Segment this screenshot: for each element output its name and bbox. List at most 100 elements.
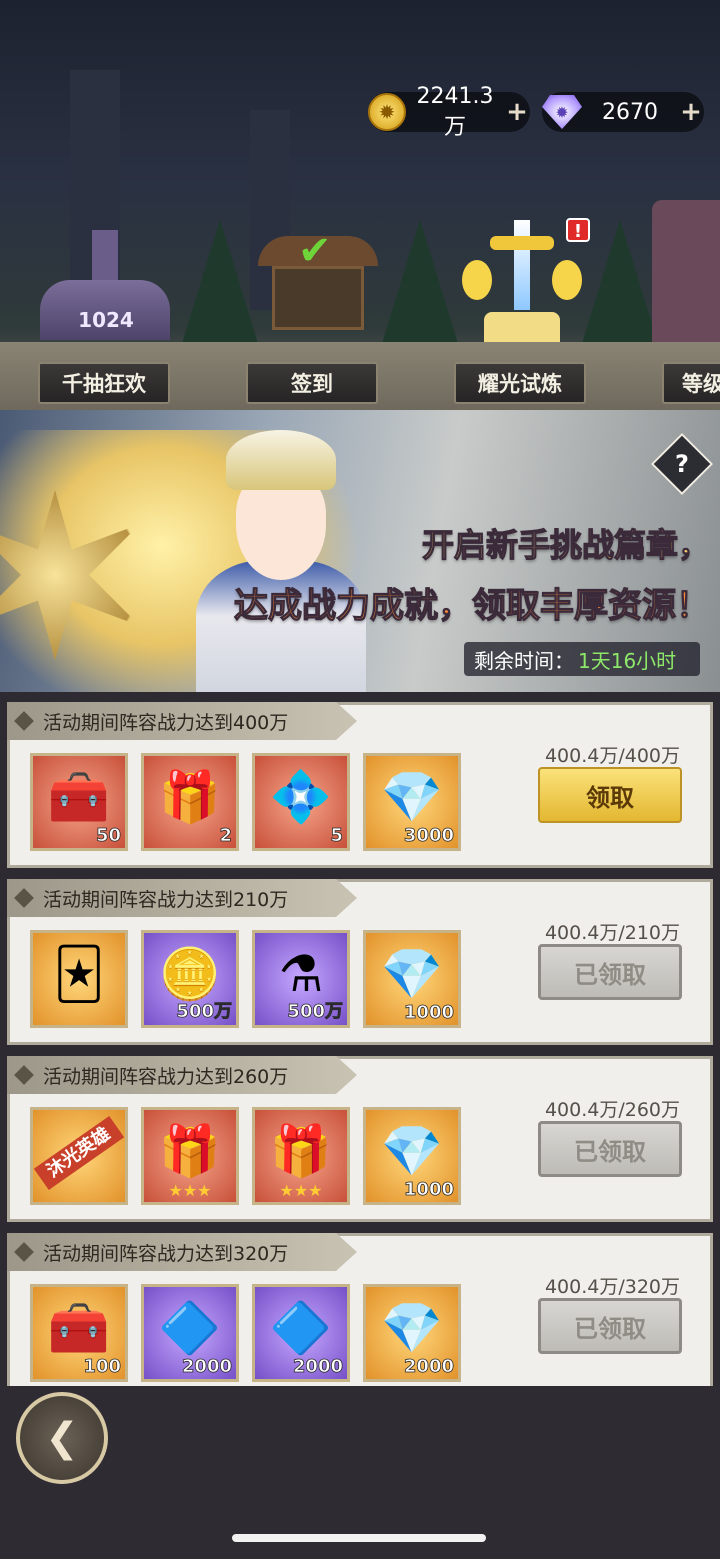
task-title: 活动期间阵容战力达到210万 <box>43 888 289 911</box>
diamond-bullet-icon <box>14 1242 34 1262</box>
task-title-tab: 活动期间阵容战力达到400万 <box>7 702 357 740</box>
gem-value: 2670 <box>602 99 658 125</box>
thousand-draw-building[interactable]: 1024 <box>40 230 170 340</box>
reward-qty: 500万 <box>287 1001 343 1023</box>
reward-item[interactable]: 🧰 100 <box>30 1284 128 1382</box>
task-title: 活动期间阵容战力达到400万 <box>43 711 289 734</box>
hero-helmet <box>226 430 336 490</box>
nav-sign-in[interactable]: 签到 <box>246 362 378 404</box>
task-card: 活动期间阵容战力达到320万 🧰 100 🔷 2000 🔷 2000 💎 200… <box>7 1233 713 1386</box>
radiant-trial-sword[interactable] <box>462 200 582 342</box>
sword-blade <box>514 220 530 310</box>
level-house[interactable] <box>652 200 720 342</box>
reward-item[interactable]: 沐光英雄 <box>30 1107 128 1205</box>
reward-item[interactable]: 💎 1000 <box>363 930 461 1028</box>
reward-qty: 1000 <box>403 1002 454 1024</box>
reward-qty: 2 <box>219 825 232 847</box>
reward-item[interactable]: 🎁 2 <box>141 753 239 851</box>
claimed-button[interactable]: 已领取 <box>538 1121 682 1177</box>
alert-icon: ! <box>566 218 590 242</box>
task-card: 活动期间阵容战力达到210万 🃏 🪙 500万 ⚗ 500万 💎 1000 40… <box>7 879 713 1045</box>
claimed-button[interactable]: 已领取 <box>538 1298 682 1354</box>
gold-currency: ✹ 2241.3万 + <box>368 84 530 140</box>
diamond-icon: 💎 <box>380 1122 444 1180</box>
hero-card-icon: 🃏 <box>53 945 105 1003</box>
nav-thousand-draw[interactable]: 千抽狂欢 <box>38 362 170 404</box>
task-card: 活动期间阵容战力达到400万 🧰 50 🎁 2 💠 5 💎 3000 400.4… <box>7 702 713 868</box>
gem-currency: ✹ 2670 + <box>542 92 704 132</box>
claimed-button[interactable]: 已领取 <box>538 944 682 1000</box>
task-title-tab: 活动期间阵容战力达到320万 <box>7 1233 357 1271</box>
reward-item[interactable]: 🔷 2000 <box>141 1284 239 1382</box>
reward-item[interactable]: 💠 5 <box>252 753 350 851</box>
reward-qty: 2000 <box>181 1356 232 1378</box>
gold-coin-icon: ✹ <box>368 93 406 131</box>
remaining-time-value: 1天16小时 <box>578 648 677 673</box>
task-list[interactable]: 活动期间阵容战力达到400万 🧰 50 🎁 2 💠 5 💎 3000 400.4… <box>0 692 720 1386</box>
star-rating: ★★★ <box>279 1181 323 1200</box>
town-scene: 1024 ✔ ! <box>0 0 720 410</box>
task-progress: 400.4万/260万 <box>544 1099 680 1121</box>
task-title-tab: 活动期间阵容战力达到260万 <box>7 1056 357 1094</box>
reward-item[interactable]: 💎 2000 <box>363 1284 461 1382</box>
tree <box>580 220 660 350</box>
task-title: 活动期间阵容战力达到320万 <box>43 1242 289 1265</box>
task-title-tab: 活动期间阵容战力达到210万 <box>7 879 357 917</box>
add-gem-button[interactable]: + <box>678 97 704 127</box>
red-chest-icon: 🎁 <box>158 768 222 826</box>
reward-qty: 500万 <box>176 1001 232 1023</box>
star-rating: ★★★ <box>168 1181 212 1200</box>
nav-level[interactable]: 等级 <box>662 362 720 404</box>
diamond-icon: ✹ <box>542 95 582 129</box>
reward-item[interactable]: 🔷 2000 <box>252 1284 350 1382</box>
sword-hilt <box>490 236 554 250</box>
back-button[interactable]: ❮ <box>16 1392 108 1484</box>
reward-item[interactable]: 🎁 ★★★ <box>141 1107 239 1205</box>
diamond-icon: 💎 <box>380 768 444 826</box>
reward-item[interactable]: 🃏 <box>30 930 128 1028</box>
tree <box>380 220 460 350</box>
three-star-chest-icon: 🎁 <box>269 1122 333 1180</box>
home-indicator[interactable] <box>232 1534 486 1542</box>
back-arrow-icon: ❮ <box>45 1415 79 1461</box>
reward-qty: 100 <box>83 1356 121 1378</box>
treasure-chest-icon: 🧰 <box>47 768 111 826</box>
task-progress: 400.4万/320万 <box>544 1276 680 1298</box>
reward-item[interactable]: 🪙 500万 <box>141 930 239 1028</box>
nav-radiant-trial[interactable]: 耀光试炼 <box>454 362 586 404</box>
reward-item[interactable]: 💎 3000 <box>363 753 461 851</box>
reward-qty: 2000 <box>292 1356 343 1378</box>
add-gold-button[interactable]: + <box>504 97 530 127</box>
reward-qty: 2000 <box>403 1356 454 1378</box>
task-progress: 400.4万/210万 <box>544 922 680 944</box>
reward-item[interactable]: 🎁 ★★★ <box>252 1107 350 1205</box>
diamond-bullet-icon <box>14 888 34 908</box>
question-icon: ? <box>675 450 689 478</box>
remaining-time-label: 剩余时间： <box>474 648 574 673</box>
sword-pedestal <box>484 312 560 342</box>
right-wing-icon <box>552 260 582 300</box>
tree <box>180 220 260 350</box>
reward-item[interactable]: 🧰 50 <box>30 753 128 851</box>
reward-qty: 5 <box>330 825 343 847</box>
task-progress: 400.4万/400万 <box>544 745 680 767</box>
reward-qty: 1000 <box>403 1179 454 1201</box>
remaining-time: 剩余时间： 1天16小时 <box>464 642 700 676</box>
reward-item[interactable]: ⚗ 500万 <box>252 930 350 1028</box>
reward-qty: 3000 <box>403 825 454 847</box>
task-title: 活动期间阵容战力达到260万 <box>43 1065 289 1088</box>
reward-item[interactable]: 💎 1000 <box>363 1107 461 1205</box>
gold-value: 2241.3万 <box>416 83 494 140</box>
reward-qty: 50 <box>95 825 122 847</box>
diamond-icon: 💎 <box>380 1299 444 1357</box>
crystal-cube-icon: 💠 <box>269 768 333 826</box>
claim-button[interactable]: 领取 <box>538 767 682 823</box>
three-star-chest-icon: 🎁 <box>158 1122 222 1180</box>
sign-in-board[interactable]: ✔ <box>258 228 378 344</box>
board-panel <box>272 266 364 330</box>
silver-chest-icon: 🧰 <box>47 1299 111 1357</box>
diamond-bullet-icon <box>14 711 34 731</box>
hero-ticket-icon: 沐光英雄 <box>33 1115 125 1191</box>
banner-slogan-line2: 达成战力成就，领取丰厚资源！ <box>233 585 710 626</box>
checkmark-icon: ✔ <box>298 228 332 274</box>
